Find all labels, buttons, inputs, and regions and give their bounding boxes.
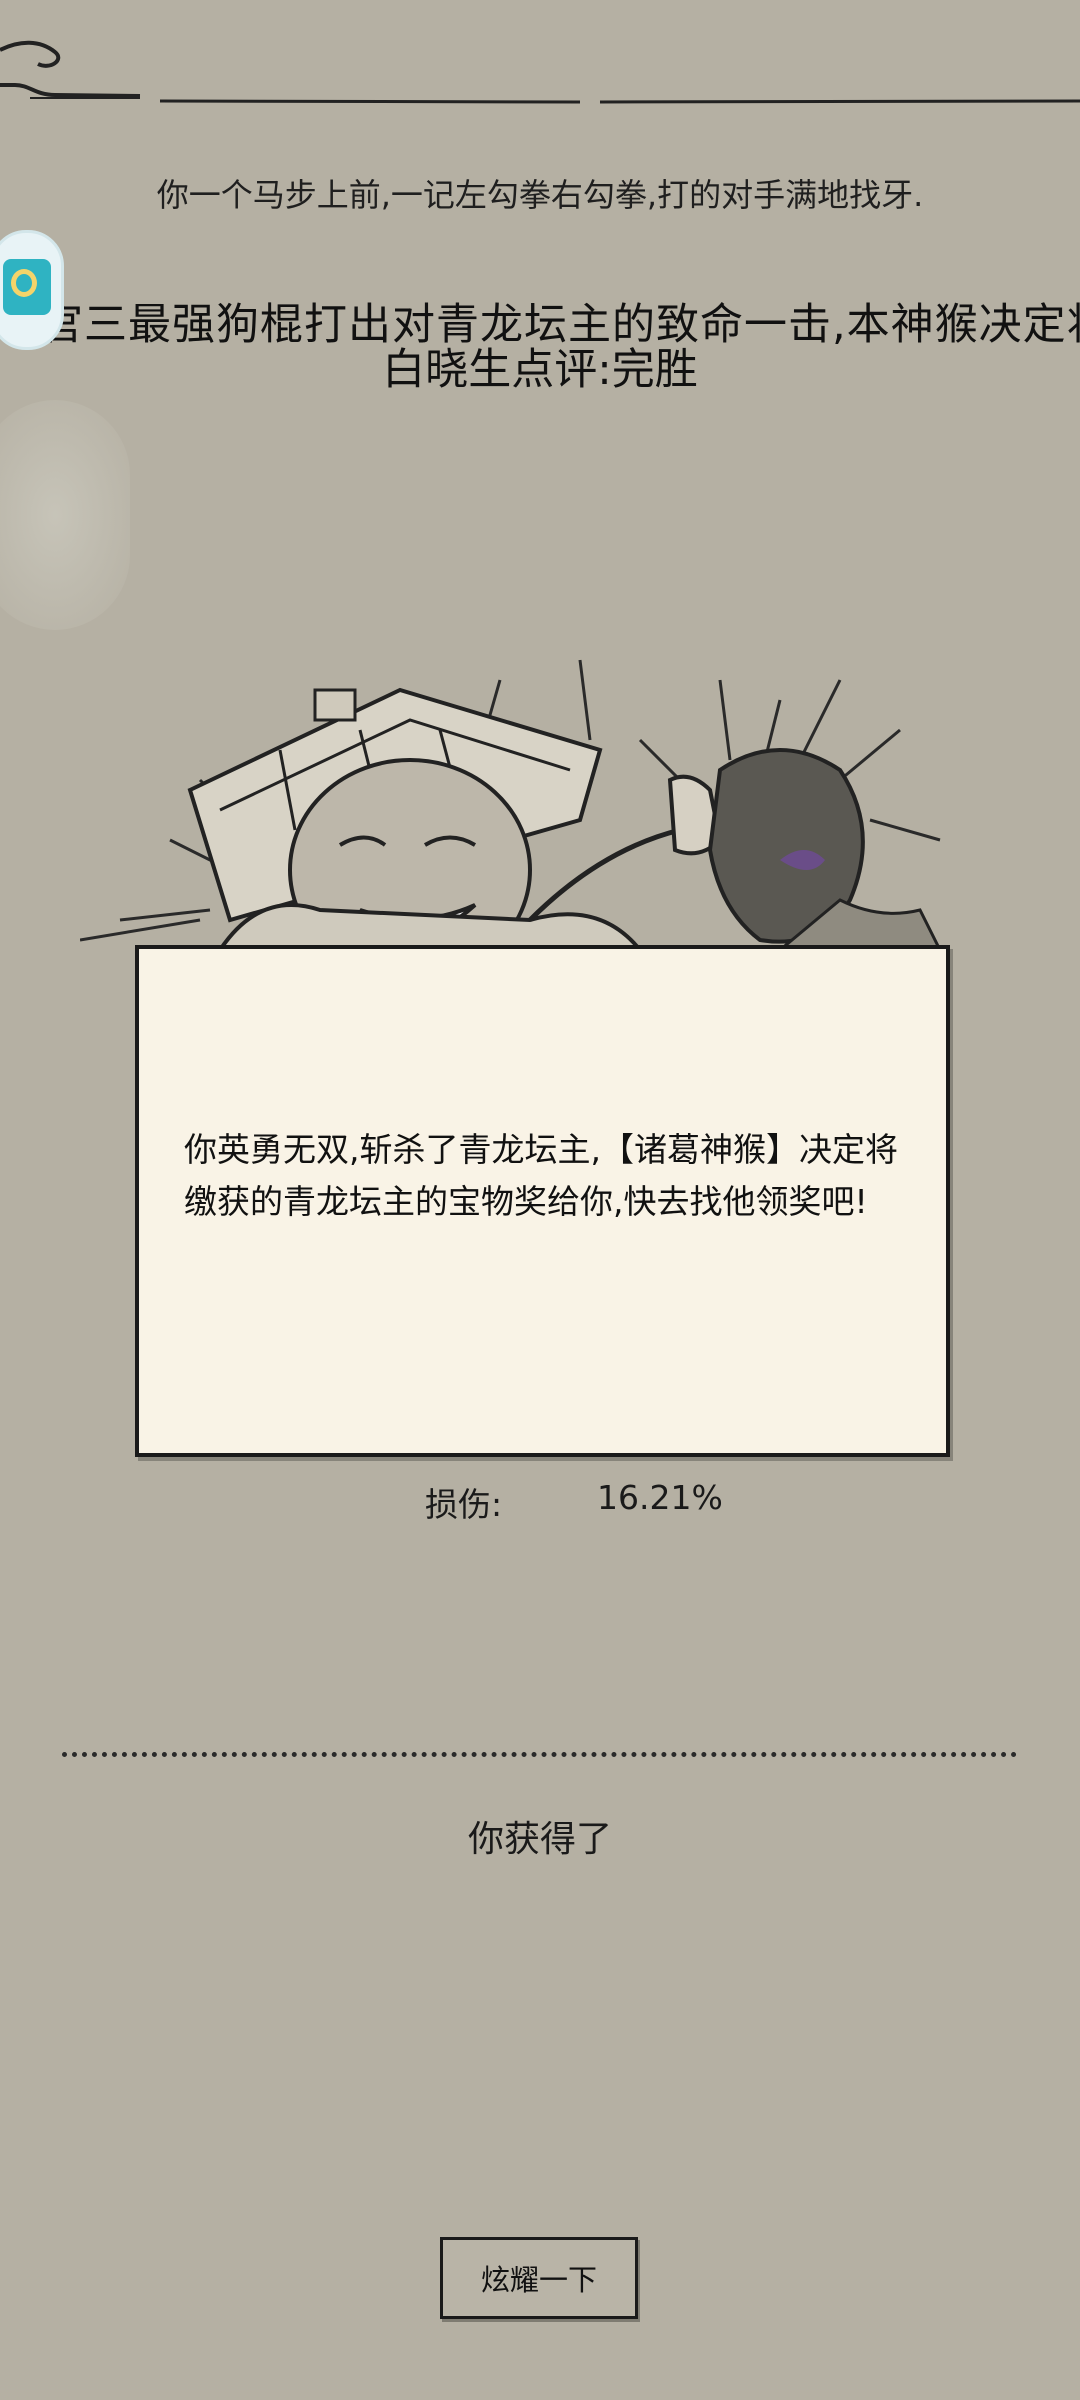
- floating-avatar-inner-icon: [3, 259, 51, 315]
- top-ornament: [0, 40, 1080, 104]
- damage-label: 损伤:: [425, 1485, 503, 1524]
- damage-row: 损伤: 16.21%: [0, 1478, 1080, 1528]
- floating-avatar-icon[interactable]: [0, 230, 64, 350]
- verdict-text: 白晓生点评:完胜: [382, 345, 698, 395]
- battle-narration: 你一个马步上前,一记左勾拳右勾拳,打的对手满地找牙.: [156, 176, 924, 214]
- reward-title: 你获得了: [467, 1819, 612, 1860]
- divider-dotted: [62, 1752, 1017, 1757]
- result-message-text: 你英勇无双,斩杀了青龙坛主,【诸葛神猴】决定将缴获的青龙坛主的宝物奖给你,快去找…: [184, 1130, 898, 1221]
- damage-value: 16.21%: [597, 1478, 723, 1517]
- show-off-button[interactable]: 炫耀一下: [440, 2237, 638, 2319]
- background-glow: [0, 400, 130, 630]
- battle-illustration: [80, 659, 942, 950]
- result-message-card: 你英勇无双,斩杀了青龙坛主,【诸葛神猴】决定将缴获的青龙坛主的宝物奖给你,快去找…: [135, 945, 950, 1457]
